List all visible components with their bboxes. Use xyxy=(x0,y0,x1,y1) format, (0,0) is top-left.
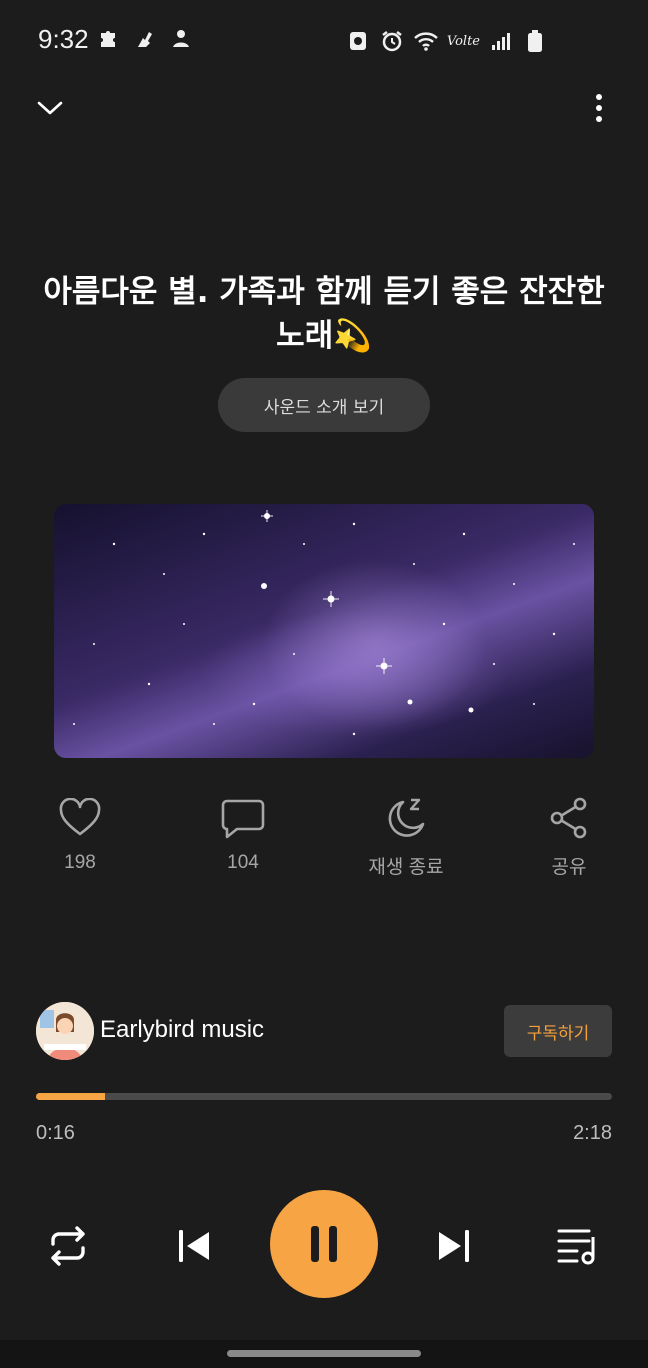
more-vertical-icon xyxy=(596,94,602,122)
status-bar: 9:32 Volte xyxy=(0,0,648,80)
wifi-icon xyxy=(413,28,439,54)
home-indicator[interactable] xyxy=(227,1350,421,1357)
volte-icon: Volte xyxy=(446,33,480,49)
signal-icon xyxy=(488,28,514,54)
repeat-icon xyxy=(51,1226,85,1266)
chevron-down-icon xyxy=(37,101,63,115)
previous-button[interactable] xyxy=(166,1218,222,1274)
system-nav-bar xyxy=(0,1340,648,1368)
player-top-bar xyxy=(0,80,648,136)
recycle-icon xyxy=(345,28,371,54)
track-title: 아름다운 별. 가족과 함께 듣기 좋은 잔잔한 노래💫 xyxy=(43,274,605,354)
playback-progress-bar[interactable] xyxy=(36,1093,612,1100)
pause-button[interactable] xyxy=(270,1190,378,1298)
playlist-icon xyxy=(557,1229,595,1265)
comment-icon xyxy=(221,799,265,839)
comment-count: 104 xyxy=(227,852,259,873)
puzzle-icon xyxy=(96,26,122,52)
like-button[interactable]: 198 xyxy=(20,790,140,874)
total-time: 2:18 xyxy=(573,1122,612,1144)
subscribe-button[interactable]: 구독하기 xyxy=(504,1005,612,1057)
channel-name[interactable]: Earlybird music xyxy=(100,1016,264,1044)
sleep-timer-button[interactable]: 재생 종료 xyxy=(346,790,466,879)
channel-avatar[interactable] xyxy=(36,1002,94,1060)
leaf-notification-icon xyxy=(168,26,194,52)
current-time: 0:16 xyxy=(36,1122,75,1144)
share-icon xyxy=(550,797,587,839)
alarm-icon xyxy=(379,28,405,54)
status-system-icons: Volte xyxy=(345,28,548,54)
bird-notification-icon xyxy=(132,26,158,52)
sound-intro-button[interactable]: 사운드 소개 보기 xyxy=(218,378,430,432)
battery-icon xyxy=(522,28,548,54)
more-options-button[interactable] xyxy=(584,90,614,126)
channel-row: Earlybird music 구독하기 xyxy=(36,1002,612,1060)
status-time: 9:32 xyxy=(38,24,89,54)
track-artwork xyxy=(54,504,594,758)
skip-next-icon xyxy=(439,1230,469,1262)
collapse-button[interactable] xyxy=(30,90,70,126)
pause-icon xyxy=(311,1226,337,1262)
status-notification-icons xyxy=(96,26,194,52)
like-count: 198 xyxy=(64,852,96,873)
playlist-button[interactable] xyxy=(550,1218,606,1274)
next-button[interactable] xyxy=(426,1218,482,1274)
share-label: 공유 xyxy=(551,857,587,878)
skip-previous-icon xyxy=(179,1230,209,1262)
action-bar: 198 104 재생 종료 공유 xyxy=(0,790,648,890)
milky-way-image xyxy=(73,510,575,736)
share-button[interactable]: 공유 xyxy=(509,790,629,879)
heart-icon xyxy=(59,798,101,836)
comment-button[interactable]: 104 xyxy=(183,790,303,874)
moon-sleep-icon xyxy=(388,798,425,837)
playback-controls xyxy=(0,1188,648,1298)
playback-progress-fill xyxy=(36,1093,106,1100)
repeat-button[interactable] xyxy=(40,1218,96,1274)
sleep-timer-label: 재생 종료 xyxy=(368,857,444,878)
